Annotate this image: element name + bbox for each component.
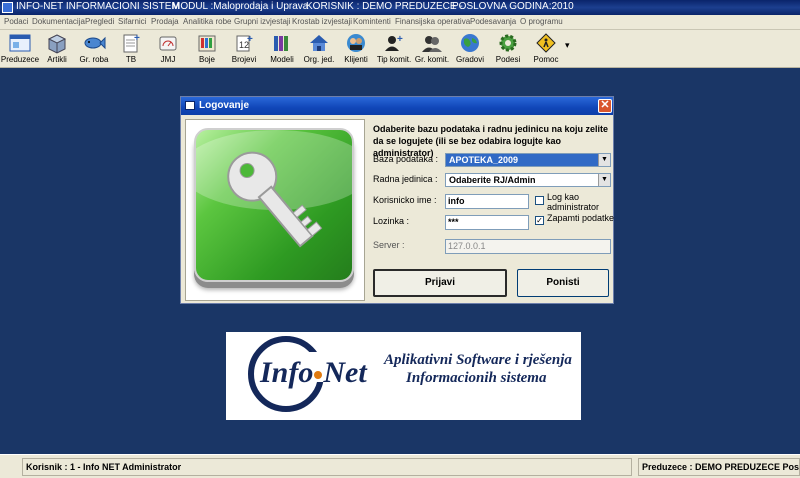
toolbar-klijenti-button[interactable]: Klijenti [336,32,376,66]
people-icon [347,34,365,52]
menu-bar: Podaci Dokumentacija Pregledi Sifarnici … [0,15,800,30]
toolbar: Preduzece Artikli Gr. roba + TB JMJ Boje… [0,30,800,68]
books-icon [274,36,288,51]
menu-item-pregledi[interactable]: Pregledi [85,17,114,26]
database-select[interactable]: APOTEKA_2009 ▼ [445,153,611,167]
remember-label: Zapamti podatke [547,213,615,223]
admin-login-label: Log kao administrator [547,192,600,212]
password-label: Lozinka : [373,216,410,226]
toolbar-jmj-button[interactable]: JMJ [148,32,188,66]
toolbar-org-jed-button[interactable]: Org. jed. [299,32,339,66]
toolbar-gradovi-button[interactable]: Gradovi [450,32,490,66]
house-icon [310,35,328,51]
menu-item-grupni-izvjestaji[interactable]: Grupni izvjestaji [234,17,290,26]
menu-item-dokumentacija[interactable]: Dokumentacija [32,17,85,26]
database-label: Baza podataka : [373,154,439,164]
number-icon: 12+ [236,34,253,52]
box-icon [47,34,67,54]
toolbar-artikli-button[interactable]: Artikli [37,32,77,66]
info-net-logo: Info Net Aplikativni Software i rješenja … [226,332,581,420]
work-unit-select[interactable]: Odaberite RJ/Admin ▼ [445,173,611,187]
close-icon: ✕ [600,99,610,111]
dialog-close-button[interactable]: ✕ [598,99,612,113]
dialog-title-bar: Logovanje ✕ [181,97,613,115]
toolbar-pomoc-button[interactable]: Pomoc [526,32,566,66]
title-bar: INFO-NET INFORMACIONI SISTEM MODUL :Malo… [0,0,800,15]
person-plus-icon: + [385,34,403,51]
status-bar: Korisnik : 1 - Info NET Administrator Pr… [0,454,800,478]
module-label: MODUL :Maloprodaja i Uprava [172,1,309,12]
svg-text:+: + [247,34,253,45]
key-graphic [196,130,352,248]
checkmark-icon: ✓ [536,216,543,225]
work-unit-select-value: Odaberite RJ/Admin [449,175,536,185]
menu-item-podesavanja[interactable]: Podesavanja [470,17,516,26]
fiscal-year-label: POSLOVNA GODINA:2010 [452,1,574,12]
user-label: KORISNIK : DEMO PREDUZECE - [306,1,463,12]
password-field[interactable]: *** [445,215,529,230]
gear-icon [499,34,517,52]
group-icon [422,36,442,52]
toolbar-overflow-chevron-icon[interactable]: ▾ [565,40,570,51]
toolbar-modeli-button[interactable]: Modeli [262,32,302,66]
road-sign-icon [536,33,556,53]
logo-tagline-2: Informacionih sistema [406,370,547,386]
toolbar-gr-roba-button[interactable]: Gr. roba [74,32,114,66]
status-company: Preduzece : DEMO PREDUZECE Poslovna Godi [638,458,800,476]
cancel-button[interactable]: Ponisti [517,269,609,297]
database-select-value: APOTEKA_2009 [449,155,519,165]
toolbar-tb-button[interactable]: + TB [111,32,151,66]
menu-item-komintenti[interactable]: Komintenti [353,17,391,26]
menu-item-finansijska-operativa[interactable]: Finansijska operativa [395,17,470,26]
remember-checkbox[interactable]: ✓ [535,216,544,225]
logo-brand: Info Net [260,356,367,389]
server-field[interactable]: 127.0.0.1 [445,239,611,254]
logo-tagline-1: Aplikativni Software i rješenja [384,352,572,368]
username-field[interactable]: info [445,194,529,209]
toolbar-gr-komit-button[interactable]: Gr. komit. [412,32,452,66]
menu-item-podaci[interactable]: Podaci [4,17,28,26]
toolbar-brojevi-button[interactable]: 12 + Brojevi [224,32,264,66]
menu-item-sifarnici[interactable]: Sifarnici [118,17,146,26]
menu-item-prodaja[interactable]: Prodaja [151,17,179,26]
username-label: Korisnicko ime : [373,195,437,205]
document-plus-icon: + [123,33,140,53]
dialog-window-icon [185,101,195,110]
chevron-down-icon[interactable]: ▼ [598,154,610,166]
fish-icon [84,36,106,50]
toolbar-preduzece-button[interactable]: Preduzece [0,32,40,66]
window-icon [9,34,31,52]
app-title: INFO-NET INFORMACIONI SISTEM [16,1,180,12]
palette-icon [198,35,216,52]
scale-icon [159,36,177,51]
app-icon [2,2,13,13]
globe-icon [461,34,479,52]
key-icon [194,128,354,282]
admin-login-checkbox[interactable] [535,196,544,205]
menu-item-krostab-izvjestaji[interactable]: Krostab izvjestaji [292,17,352,26]
chevron-down-icon[interactable]: ▼ [598,174,610,186]
toolbar-podesi-button[interactable]: Podesi [488,32,528,66]
toolbar-tip-komit-button[interactable]: + Tip komit. [374,32,414,66]
key-image-panel [185,119,365,301]
login-button[interactable]: Prijavi [373,269,507,297]
work-unit-label: Radna jedinica : [373,174,438,184]
toolbar-boje-button[interactable]: Boje [187,32,227,66]
server-label: Server : [373,240,405,250]
svg-text:+: + [134,33,140,44]
menu-item-analitika-robe[interactable]: Analitika robe [183,17,231,26]
svg-text:+: + [397,34,403,45]
login-dialog: Logovanje ✕ Odaberite bazu podataka i ra… [180,96,614,304]
dialog-title: Logovanje [199,100,250,111]
menu-item-o-programu[interactable]: O programu [520,17,563,26]
status-user: Korisnik : 1 - Info NET Administrator [22,458,632,476]
